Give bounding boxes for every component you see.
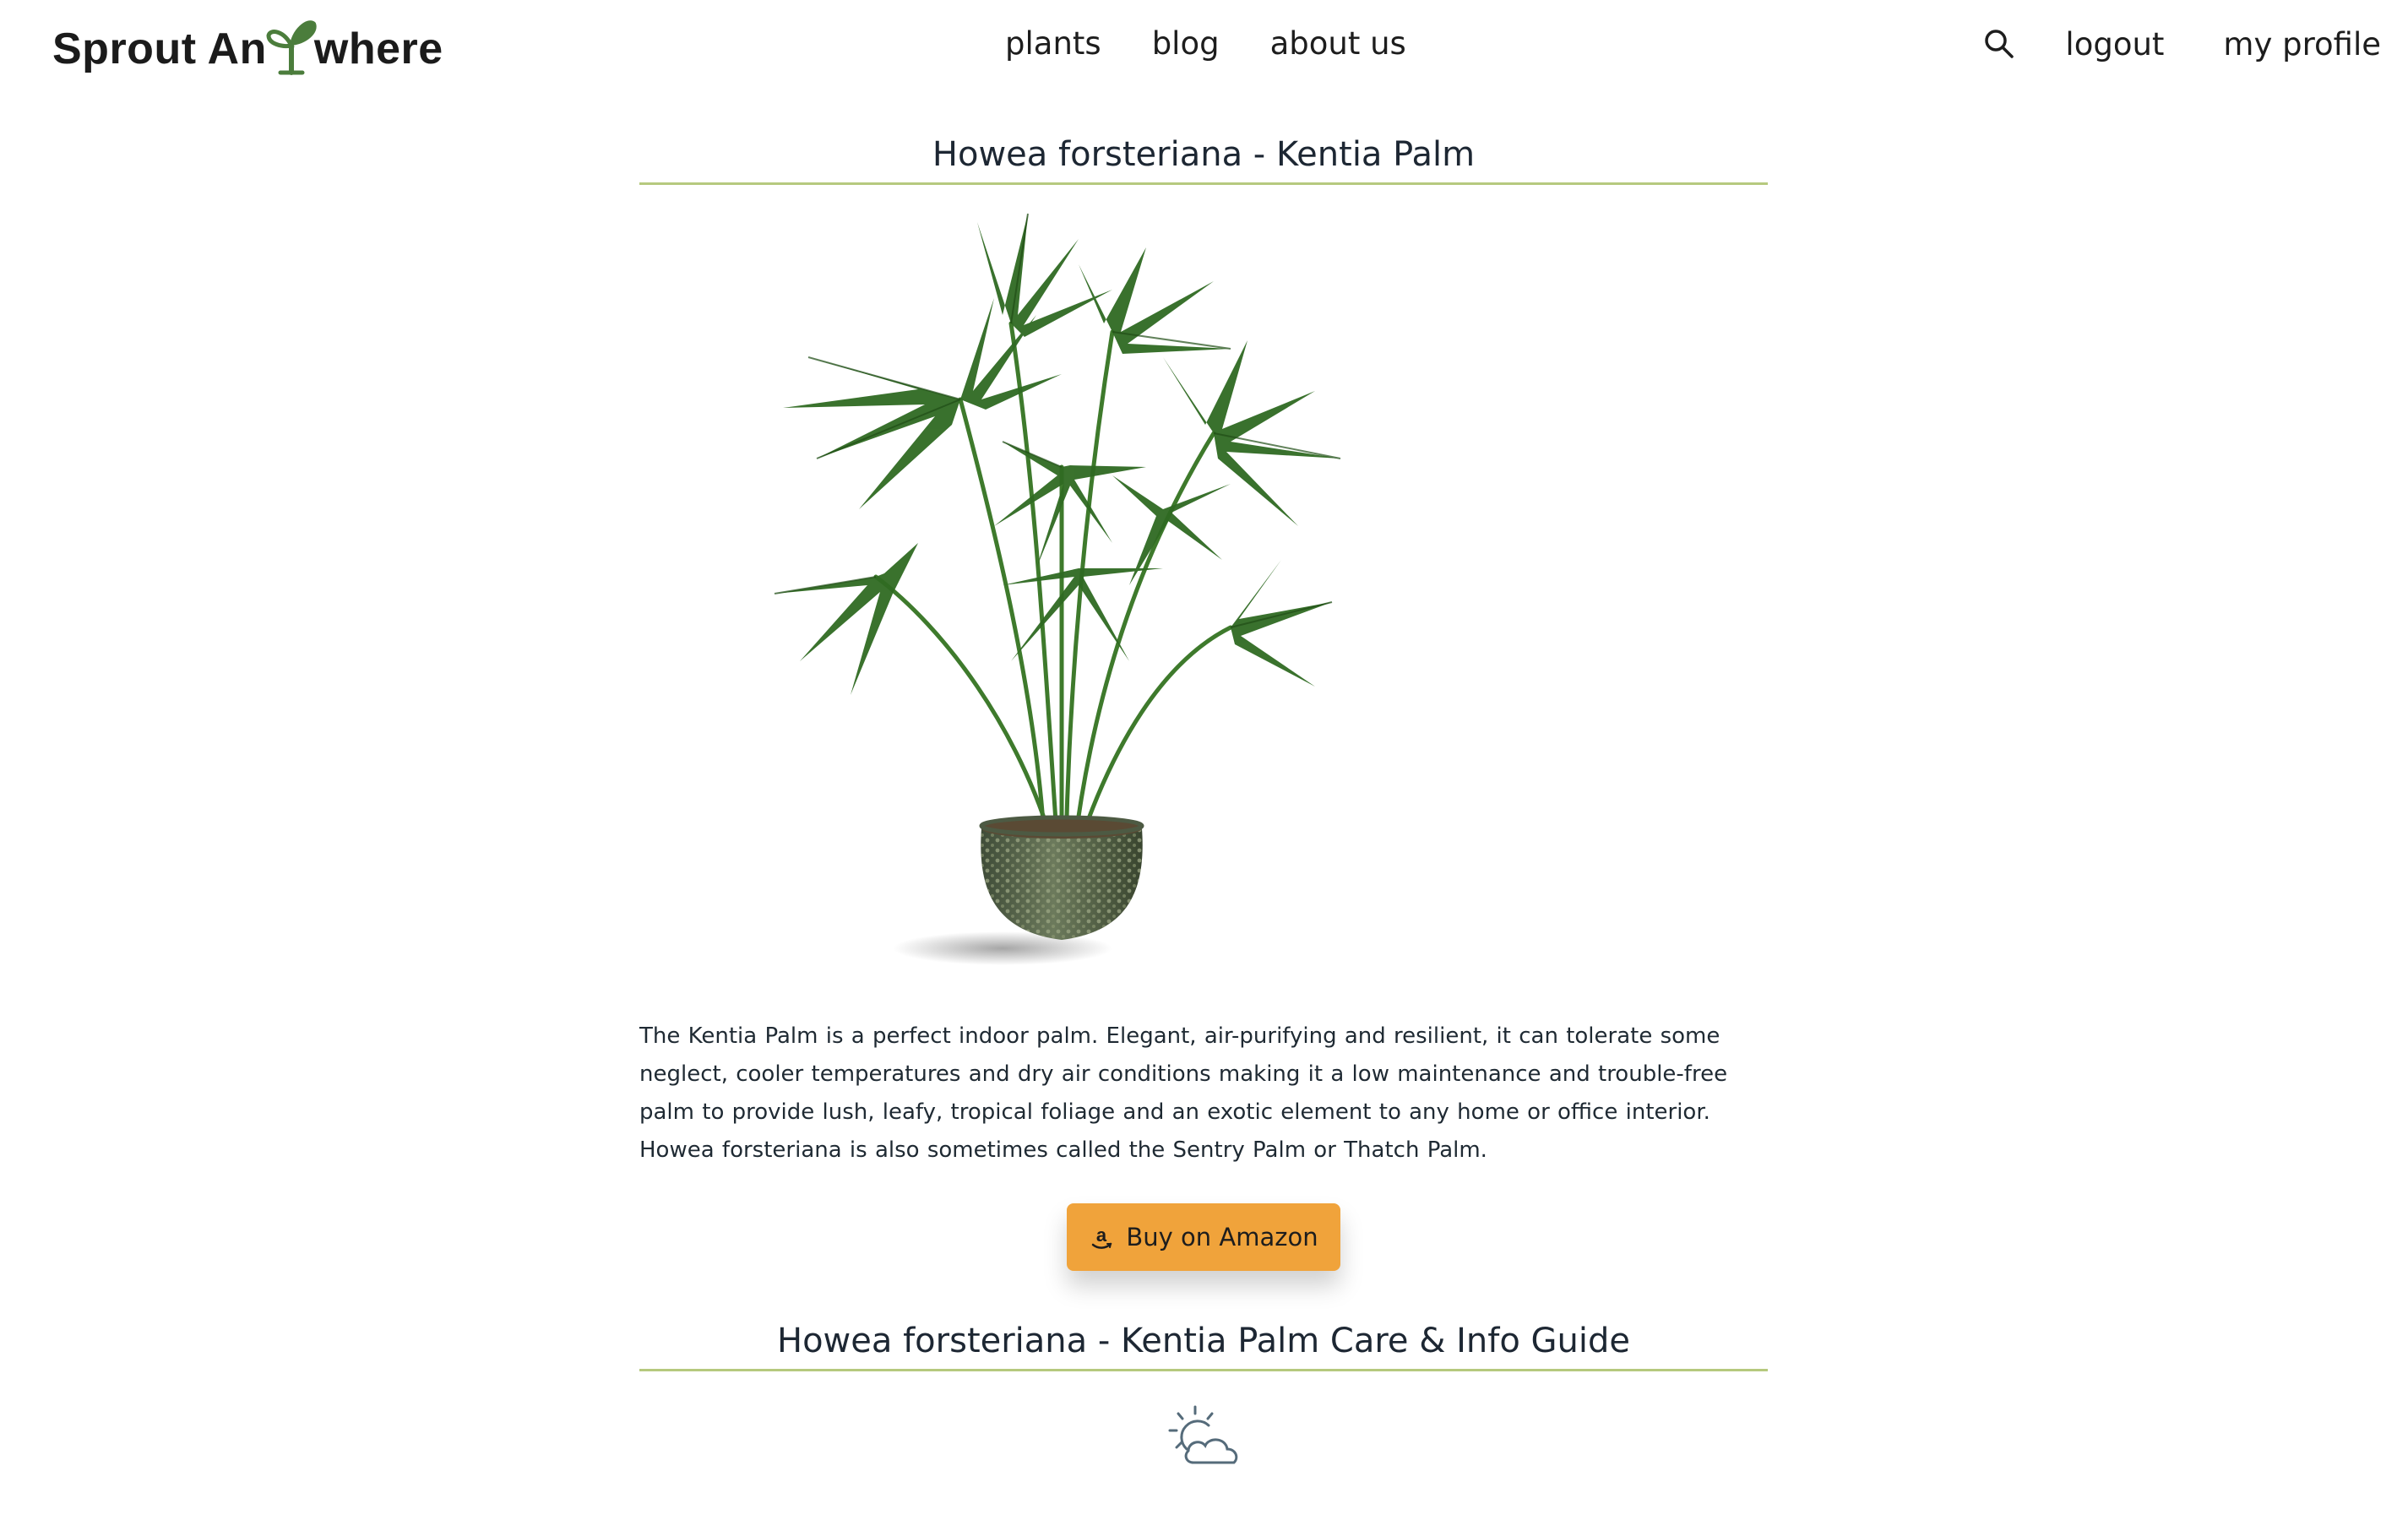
user-nav: logout my profile bbox=[1981, 25, 2381, 62]
nav-plants[interactable]: plants bbox=[1005, 25, 1101, 62]
buy-button-wrapper: a Buy on Amazon bbox=[639, 1203, 1768, 1271]
my-profile-link[interactable]: my profile bbox=[2223, 26, 2381, 62]
nav-about-us[interactable]: about us bbox=[1270, 25, 1406, 62]
plant-detail: Howea forsteriana - Kentia Palm The Kent… bbox=[639, 135, 1768, 1474]
site-logo[interactable]: Sprout An where bbox=[52, 15, 443, 83]
nav-blog[interactable]: blog bbox=[1152, 25, 1220, 62]
search-icon bbox=[1985, 30, 2014, 58]
buy-on-amazon-button[interactable]: a Buy on Amazon bbox=[1067, 1203, 1340, 1271]
sprout-icon bbox=[266, 20, 317, 75]
plant-title: Howea forsteriana - Kentia Palm bbox=[639, 135, 1768, 185]
plant-description: The Kentia Palm is a perfect indoor palm… bbox=[639, 1023, 1728, 1163]
logo-text-left: Sprout An bbox=[52, 24, 267, 73]
logo-text-right: where bbox=[313, 24, 443, 73]
page: Sprout An where plants blog about us log… bbox=[0, 0, 2408, 1520]
search-button[interactable] bbox=[1981, 25, 2018, 62]
main-nav: plants blog about us bbox=[1005, 25, 1406, 62]
plant-image bbox=[774, 213, 1341, 965]
site-header: Sprout An where plants blog about us log… bbox=[0, 0, 2408, 101]
care-guide-title: Howea forsteriana - Kentia Palm Care & I… bbox=[639, 1322, 1768, 1371]
buy-button-label: Buy on Amazon bbox=[1126, 1223, 1318, 1251]
svg-text:a: a bbox=[1096, 1224, 1107, 1246]
amazon-icon: a bbox=[1092, 1224, 1112, 1249]
logout-link[interactable]: logout bbox=[2065, 26, 2164, 62]
partly-sunny-icon bbox=[1168, 1405, 1238, 1464]
